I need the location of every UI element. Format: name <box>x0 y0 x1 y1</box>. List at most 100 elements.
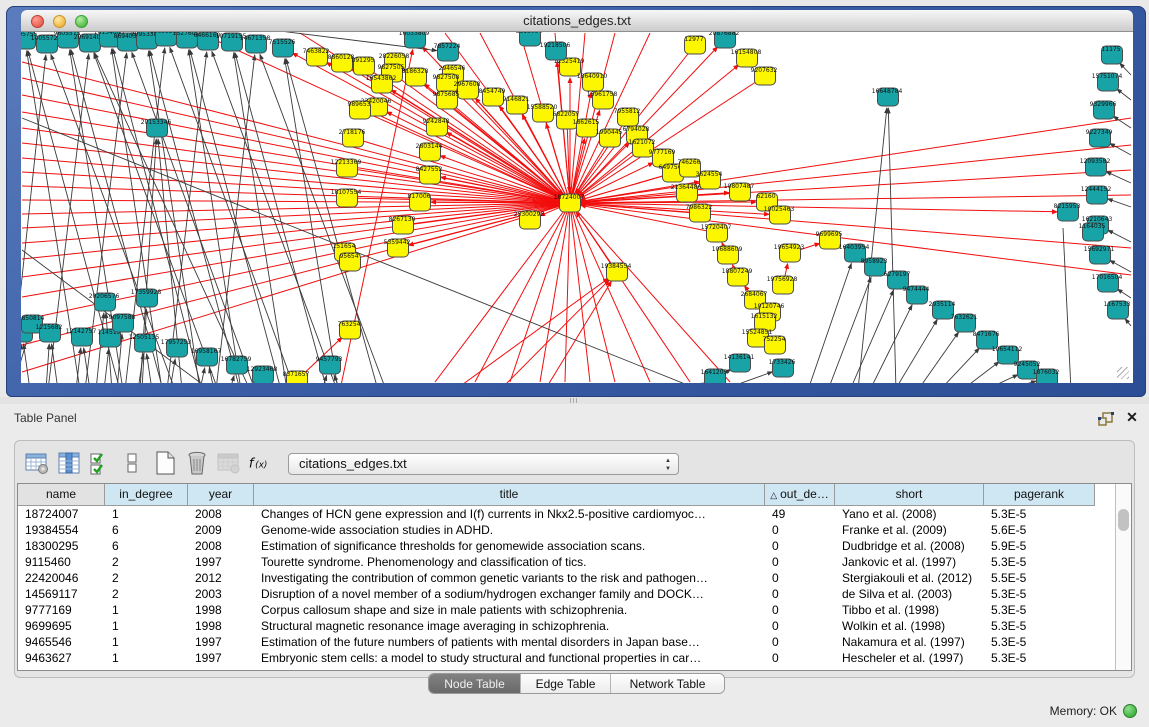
graph-node[interactable]: 7632621 <box>951 314 978 332</box>
graph-node[interactable]: 19654923 <box>774 244 805 262</box>
table-row[interactable]: 2242004622012Investigating the contribut… <box>18 570 1116 586</box>
column-header-in_degree[interactable]: in_degree <box>105 484 188 506</box>
column-header-year[interactable]: year <box>188 484 254 506</box>
graph-node[interactable]: 9875685 <box>433 91 460 109</box>
graph-node[interactable]: 17016504 <box>1092 274 1123 292</box>
scrollbar-thumb[interactable] <box>1118 509 1129 531</box>
graph-node[interactable]: 17957253 <box>161 339 192 357</box>
vertical-scrollbar[interactable] <box>1115 484 1131 670</box>
graph-node[interactable]: 16648784 <box>872 88 903 106</box>
graph-node[interactable]: 12213369 <box>331 159 362 177</box>
graph-node[interactable]: 1641205 <box>701 369 728 383</box>
graph-node[interactable]: 18640910 <box>577 73 608 91</box>
graph-node[interactable]: 1876032 <box>1033 369 1060 383</box>
graph-node[interactable]: 9474444 <box>903 286 930 304</box>
graph-node[interactable]: 20876882 <box>709 32 740 48</box>
graph-node[interactable]: 14671358 <box>240 35 271 53</box>
delete-table-icon[interactable] <box>183 449 210 477</box>
new-document-icon[interactable] <box>151 449 178 477</box>
graph-node[interactable]: 8371657 <box>283 371 310 383</box>
table-row[interactable]: 1938455462009Genome-wide association stu… <box>18 522 1116 538</box>
graph-node[interactable]: 19756928 <box>767 276 798 294</box>
network-canvas[interactable]: 1872400774638228860128891295282260589827… <box>21 32 1133 383</box>
import-table-disabled-icon[interactable] <box>215 449 242 477</box>
graph-node[interactable]: 8215953 <box>1054 203 1081 221</box>
graph-node[interactable]: 10688609 <box>712 246 743 264</box>
graph-node[interactable]: 763254 <box>338 321 361 339</box>
graph-node[interactable]: 12093582 <box>1080 158 1111 176</box>
graph-node[interactable]: 9207632 <box>751 67 778 85</box>
graph-node[interactable]: 891295 <box>352 57 375 75</box>
graph-node[interactable]: 8267130 <box>389 216 416 234</box>
graph-node[interactable]: 8427552 <box>416 166 443 184</box>
table-row[interactable]: 977716911998Corpus callosum shape and si… <box>18 602 1116 618</box>
graph-node[interactable]: 7857224 <box>434 43 461 61</box>
graph-node[interactable]: 8813054 <box>516 32 543 46</box>
canvas-resize-grip[interactable] <box>1117 367 1129 379</box>
tab-network-table[interactable]: Network Table <box>611 674 724 693</box>
graph-node[interactable]: 10025463 <box>764 206 795 224</box>
graph-node[interactable]: 18807249 <box>722 268 753 286</box>
graph-node[interactable]: 7955812 <box>614 108 641 126</box>
graph-node[interactable]: 1733426 <box>769 359 796 377</box>
graph-node[interactable]: 2803144 <box>416 143 443 161</box>
splitter-handle[interactable] <box>570 398 579 403</box>
graph-node[interactable]: 1990445 <box>596 129 623 147</box>
graph-node[interactable]: 21364486 <box>671 184 702 202</box>
column-header-short[interactable]: short <box>835 484 984 506</box>
graph-node[interactable]: 7986322 <box>686 204 713 222</box>
graph-node[interactable]: 8454749 <box>479 88 506 106</box>
graph-node[interactable]: 7515526 <box>269 39 296 57</box>
table-settings-icon[interactable] <box>23 449 50 477</box>
graph-node[interactable]: 25300295 <box>514 211 545 229</box>
graph-node[interactable]: 7463822 <box>303 48 330 66</box>
graph-node[interactable]: 817006 <box>408 193 431 211</box>
graph-node[interactable]: 8186328 <box>402 68 429 86</box>
graph-node[interactable]: 15720407 <box>701 224 732 242</box>
tab-node-table[interactable]: Node Table <box>429 674 521 693</box>
graph-node[interactable]: 18107554 <box>331 189 362 207</box>
graph-node[interactable]: 16961758 <box>587 91 618 109</box>
graph-node[interactable]: 19384554 <box>601 263 632 281</box>
graph-node[interactable]: 11175 <box>1101 46 1122 64</box>
graph-node[interactable]: 2718176 <box>339 129 366 147</box>
graph-node[interactable]: 1164035 <box>1079 223 1106 241</box>
panel-splitter[interactable] <box>0 397 1149 404</box>
table-row[interactable]: 1830029562008Estimation of significance … <box>18 538 1116 554</box>
graph-node[interactable]: 1215682 <box>36 324 63 342</box>
graph-node[interactable]: 9329966 <box>1090 101 1117 119</box>
table-row[interactable]: 946554611997Estimation of the future num… <box>18 634 1116 650</box>
graph-node[interactable]: 12505135 <box>129 334 160 352</box>
function-builder-icon[interactable]: f(x) <box>247 449 274 477</box>
graph-node[interactable]: 95654 <box>339 253 360 271</box>
graph-node[interactable]: 1167533 <box>1104 301 1131 319</box>
graph-node[interactable]: 20153346 <box>141 119 172 137</box>
graph-node[interactable]: 989653 <box>348 101 371 119</box>
graph-node[interactable]: 20206576 <box>89 293 120 311</box>
column-header-pagerank[interactable]: pagerank <box>984 484 1095 506</box>
graph-node[interactable]: 9457793 <box>316 356 343 374</box>
table-row[interactable]: 946362711997Embryonic stem cells: a mode… <box>18 650 1116 666</box>
graph-node[interactable]: 9097588 <box>109 314 136 332</box>
show-columns-icon[interactable] <box>55 449 82 477</box>
table-row[interactable]: 911546021997Tourette syndrome. Phenomeno… <box>18 554 1116 570</box>
graph-node[interactable]: 12142757 <box>66 328 97 346</box>
graph-node[interactable]: 16543862 <box>366 75 397 93</box>
graph-node[interactable]: 9146821 <box>503 96 530 114</box>
table-row[interactable]: 1872400712008Changes of HCN gene express… <box>18 506 1116 522</box>
graph-node[interactable]: 12977 <box>684 36 705 54</box>
network-table-select[interactable]: citations_edges.txt ▲▼ <box>288 453 679 475</box>
graph-node[interactable]: 752254 <box>763 336 786 354</box>
table-row[interactable]: 969969511998Structural magnetic resonanc… <box>18 618 1116 634</box>
graph-node[interactable]: 15751074 <box>1092 73 1123 91</box>
clear-selection-icon[interactable] <box>119 449 146 477</box>
graph-node[interactable]: 12444152 <box>1081 186 1112 204</box>
float-panel-icon[interactable] <box>1098 412 1114 426</box>
graph-node[interactable]: 14136141 <box>724 354 755 372</box>
graph-node[interactable]: 8860128 <box>328 54 355 72</box>
window-titlebar[interactable]: citations_edges.txt <box>21 10 1133 32</box>
graph-node[interactable]: 9227349 <box>1086 129 1113 147</box>
column-header-out_de[interactable]: △out_de… <box>765 484 835 506</box>
select-all-icon[interactable] <box>87 449 114 477</box>
close-panel-icon[interactable]: ✕ <box>1124 409 1140 425</box>
